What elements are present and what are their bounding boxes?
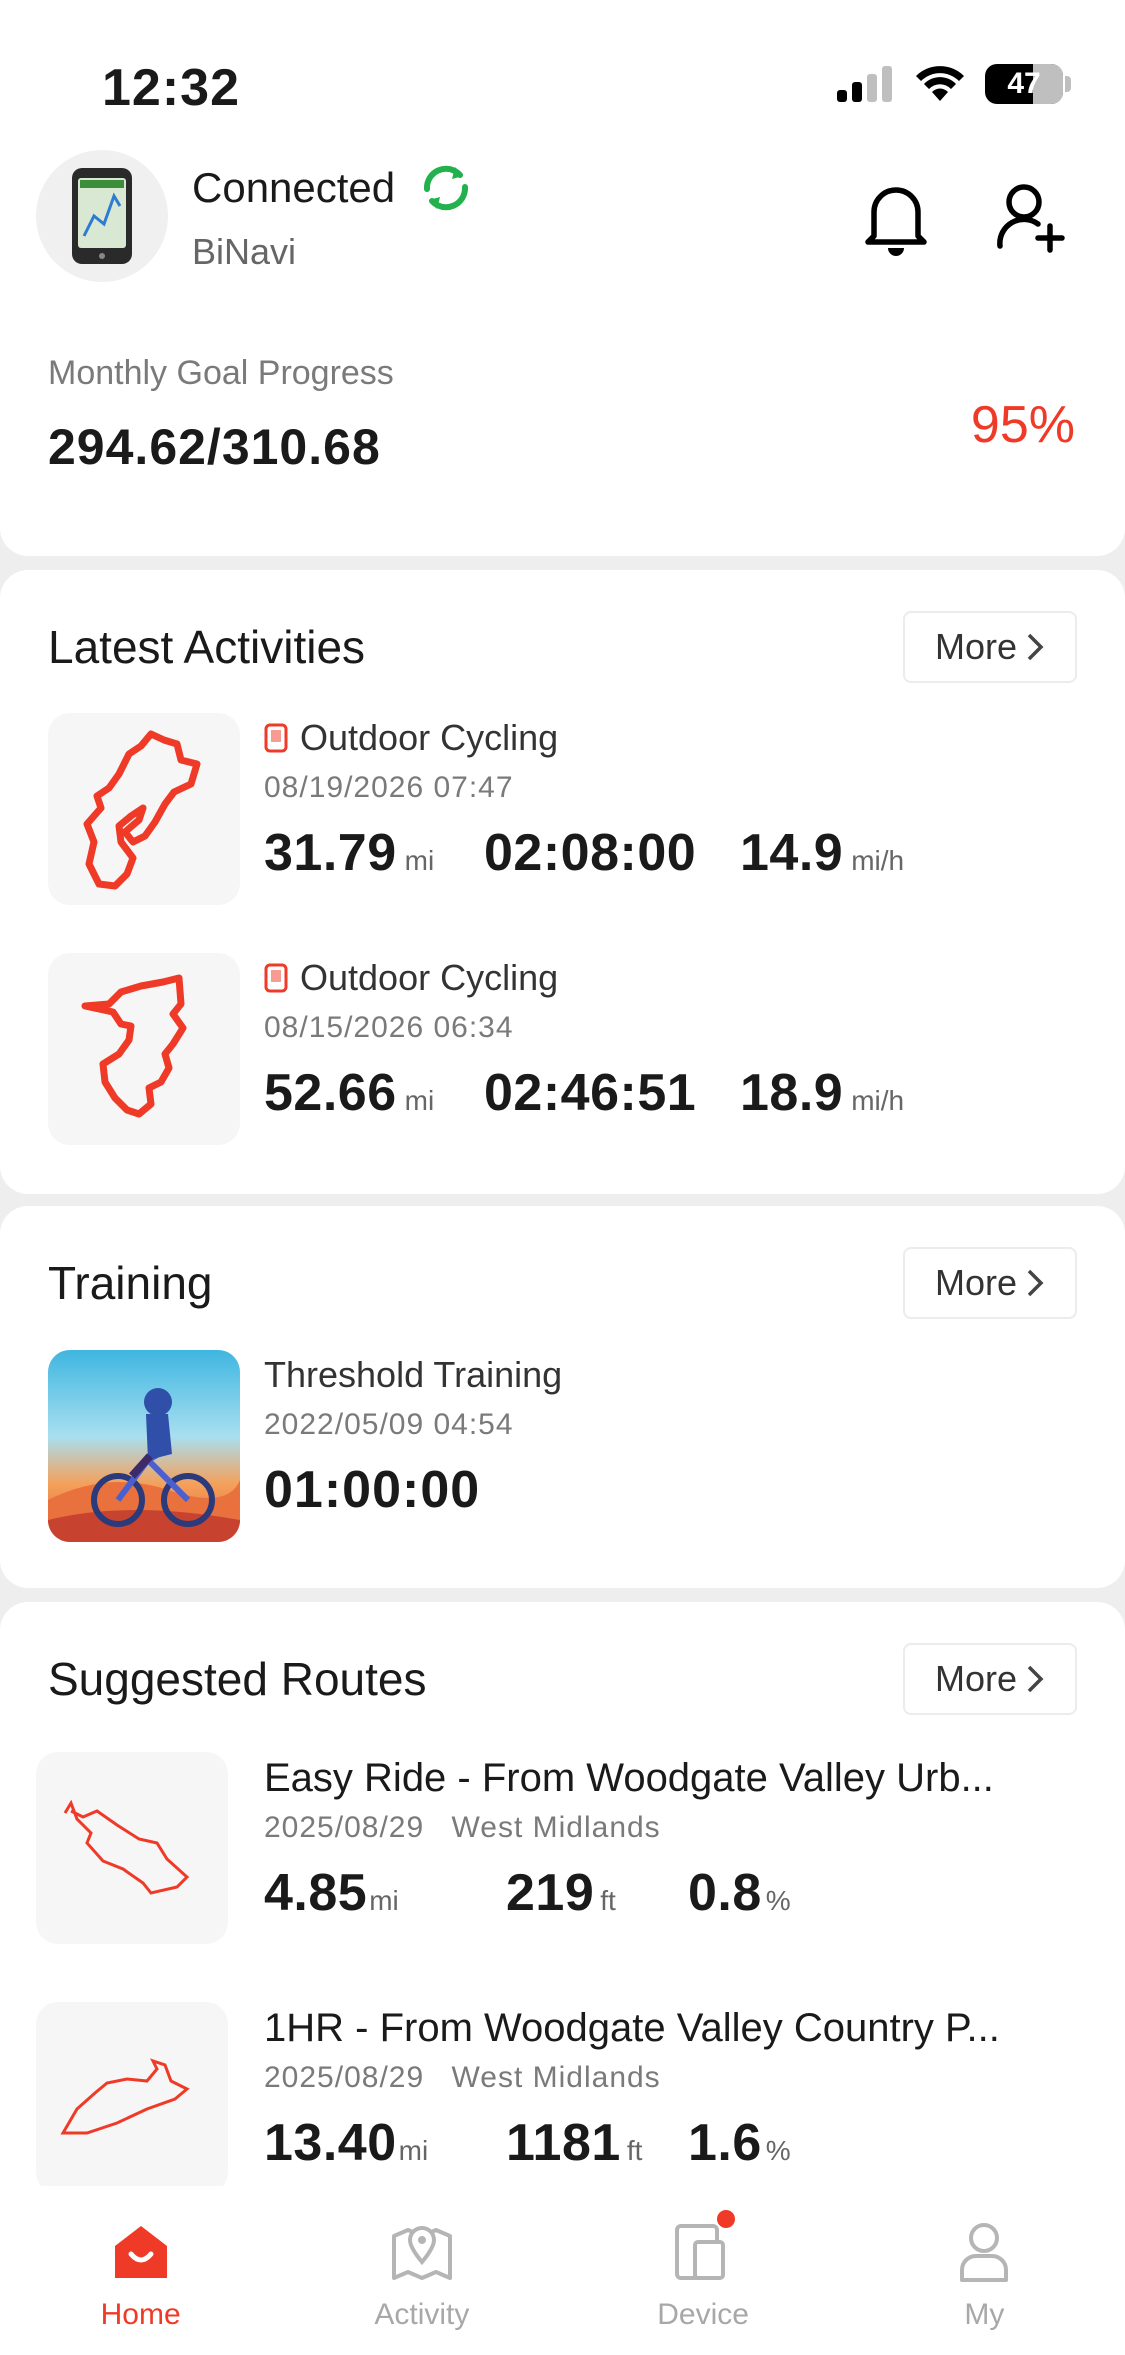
add-person-icon (997, 184, 1065, 253)
chevron-right-icon (1027, 633, 1044, 661)
status-bar: 12:32 47 (0, 0, 1125, 140)
section-title-training: Training (48, 1257, 213, 1309)
route-map-thumbnail (48, 713, 240, 905)
chevron-right-icon (1027, 1269, 1044, 1297)
route-elevation: 219 (506, 1864, 595, 1922)
notification-dot (717, 2210, 736, 2228)
training-name: Threshold Training (264, 1354, 563, 1395)
activity-date: 08/19/2026 07:47 (264, 771, 514, 804)
summary-card: Connected BiNavi Monthly Goal Progress 2… (0, 140, 1125, 652)
activity-item[interactable]: Outdoor Cycling 08/15/2026 06:34 52.66 m… (48, 953, 1078, 1149)
status-icons: 47 (837, 64, 1071, 104)
goal-label: Monthly Goal Progress (48, 354, 394, 392)
tab-device[interactable]: Device (563, 2186, 844, 2355)
device-avatar[interactable] (36, 150, 168, 282)
wifi-icon (916, 66, 964, 101)
person-icon (960, 2223, 1009, 2282)
tab-my[interactable]: My (844, 2186, 1125, 2355)
route-region: West Midlands (451, 1811, 661, 1844)
route-map-thumbnail (36, 1752, 228, 1944)
activity-type: Outdoor Cycling (300, 717, 559, 758)
training-more-button[interactable]: More (903, 1247, 1077, 1319)
map-pin-icon (391, 2226, 452, 2280)
route-region: West Midlands (451, 2061, 661, 2094)
suggested-routes-card: Suggested Routes More Easy Ride - From W… (0, 1602, 1125, 2202)
home-icon (114, 2226, 167, 2278)
device-icon (675, 2224, 726, 2280)
training-item[interactable]: Threshold Training 2022/05/09 04:54 01:0… (48, 1350, 1078, 1546)
activity-duration: 02:08:00 (484, 824, 697, 882)
activity-date: 08/15/2026 06:34 (264, 1011, 514, 1044)
more-label: More (934, 626, 1018, 667)
notifications-button[interactable] (860, 178, 932, 263)
tab-label: Activity (374, 2298, 470, 2331)
training-duration: 01:00:00 (264, 1461, 481, 1519)
route-map-thumbnail (36, 2002, 228, 2194)
cellular-signal-icon (837, 66, 892, 102)
route-grade: 0.8 (688, 1864, 762, 1922)
battery-level: 47 (1007, 67, 1041, 100)
device-status-row[interactable]: Connected BiNavi (36, 150, 475, 282)
sync-icon[interactable] (417, 159, 475, 217)
connection-status: Connected (192, 164, 396, 211)
routes-more-button[interactable]: More (903, 1643, 1077, 1715)
chevron-right-icon (1027, 1665, 1044, 1693)
training-card: Training More Threshold Training 2022/05… (0, 1206, 1125, 1588)
section-title-activities: Latest Activities (48, 621, 366, 673)
activity-distance: 52.66 (264, 1064, 397, 1122)
elevation-unit: ft (626, 2135, 643, 2166)
activity-distance: 31.79 (264, 824, 397, 882)
distance-unit: mi (398, 2135, 429, 2166)
tab-label: My (964, 2298, 1005, 2331)
route-map-thumbnail (48, 953, 240, 1145)
status-time: 12:32 (102, 59, 240, 117)
distance-unit: mi (404, 845, 435, 876)
tab-label: Home (100, 2298, 181, 2331)
tab-activity[interactable]: Activity (281, 2186, 562, 2355)
more-label: More (934, 1262, 1018, 1303)
activity-item[interactable]: Outdoor Cycling 08/19/2026 07:47 31.79 m… (48, 713, 1078, 909)
add-friend-button[interactable] (994, 178, 1066, 263)
section-title-routes: Suggested Routes (48, 1653, 427, 1705)
speed-unit: mi/h (851, 845, 905, 876)
route-grade: 1.6 (688, 2114, 762, 2172)
training-illustration (48, 1350, 240, 1542)
device-source-icon (264, 963, 288, 993)
route-date: 2025/08/29 (264, 1811, 425, 1844)
activity-type: Outdoor Cycling (300, 957, 559, 998)
latest-activities-card: Latest Activities More Outdoor Cycling 0… (0, 570, 1125, 1194)
activity-speed: 14.9 (740, 824, 844, 882)
activity-speed: 18.9 (740, 1064, 844, 1122)
distance-unit: mi (369, 1885, 399, 1916)
route-item[interactable]: Easy Ride - From Woodgate Valley Urb... … (36, 1752, 1096, 1952)
activities-more-button[interactable]: More (903, 611, 1077, 683)
activity-duration: 02:46:51 (484, 1064, 697, 1122)
route-name: Easy Ride - From Woodgate Valley Urb... (264, 1756, 994, 1800)
more-label: More (934, 1658, 1018, 1699)
route-item[interactable]: 1HR - From Woodgate Valley Country P... … (36, 2002, 1096, 2202)
gps-device-icon (72, 168, 132, 264)
distance-unit: mi (404, 1085, 435, 1116)
route-distance: 13.40 (264, 2114, 397, 2172)
bell-icon (865, 187, 927, 256)
speed-unit: mi/h (851, 1085, 905, 1116)
goal-value: 294.62/310.68 (48, 419, 381, 475)
grade-unit: % (765, 1885, 791, 1916)
training-date: 2022/05/09 04:54 (264, 1408, 514, 1441)
device-name: BiNavi (192, 231, 297, 272)
route-elevation: 1181 (506, 2114, 621, 2172)
battery-icon: 47 (985, 64, 1063, 104)
bottom-tab-bar: Home Activity Device My (0, 2186, 1125, 2355)
route-distance: 4.85 (264, 1864, 368, 1922)
tab-label: Device (657, 2298, 749, 2331)
device-source-icon (264, 723, 288, 753)
route-date: 2025/08/29 (264, 2061, 425, 2094)
goal-percent: 95% (970, 396, 1075, 454)
tab-home[interactable]: Home (0, 2186, 281, 2355)
grade-unit: % (765, 2135, 791, 2166)
route-name: 1HR - From Woodgate Valley Country P... (264, 2006, 1000, 2050)
elevation-unit: ft (600, 1885, 616, 1916)
